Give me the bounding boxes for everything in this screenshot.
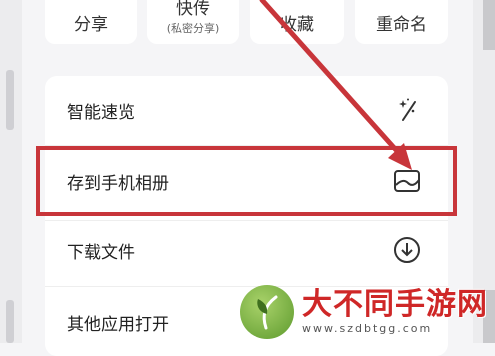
leaf-logo-icon — [240, 284, 294, 339]
watermark-url: www.szdbtgg.com — [302, 322, 433, 335]
watermark-title: 大不同手游网 — [302, 287, 488, 322]
watermark: 大不同手游网 www.szdbtgg.com — [240, 280, 495, 343]
